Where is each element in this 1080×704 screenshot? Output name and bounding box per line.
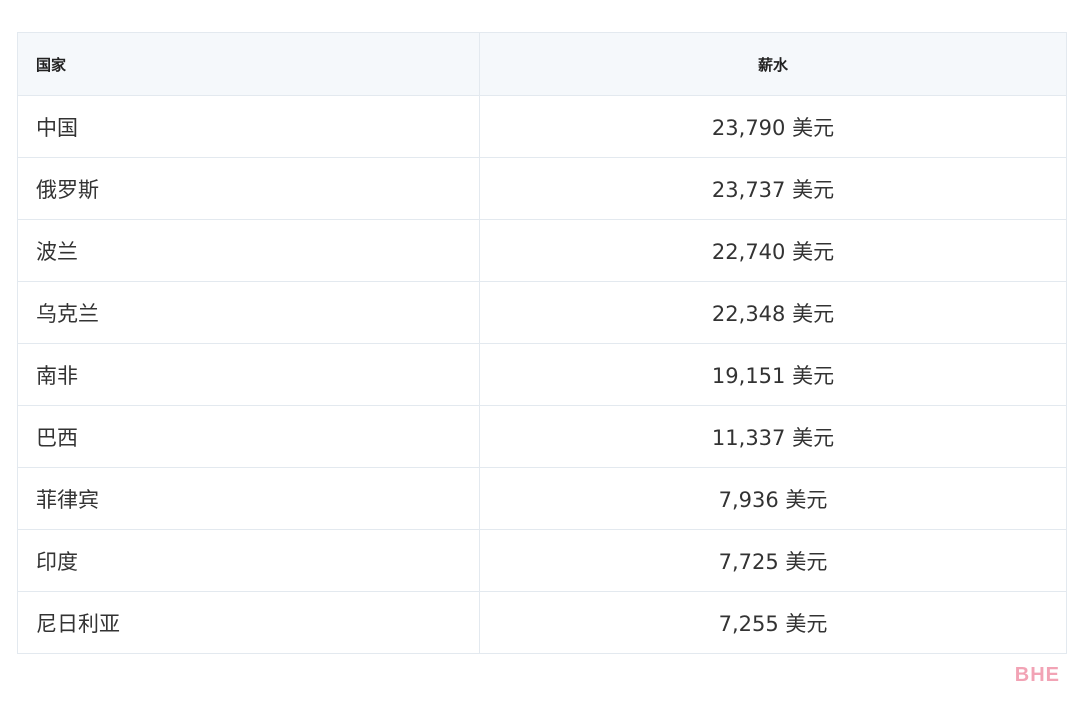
- salary-table: 国家 薪水 中国 23,790 美元 俄罗斯 23,737 美元 波兰 22,7…: [17, 32, 1067, 654]
- header-row: 国家 薪水: [17, 32, 1067, 96]
- country-column-header: 国家: [17, 32, 480, 96]
- country-cell: 巴西: [17, 405, 480, 468]
- country-cell: 菲律宾: [17, 467, 480, 530]
- country-cell: 尼日利亚: [17, 591, 480, 654]
- salary-cell: 22,740 美元: [479, 219, 1067, 282]
- country-cell: 乌克兰: [17, 281, 480, 344]
- country-cell: 俄罗斯: [17, 157, 480, 220]
- country-cell: 中国: [17, 95, 480, 158]
- table-row: 印度 7,725 美元: [17, 529, 1067, 592]
- table-row: 菲律宾 7,936 美元: [17, 467, 1067, 530]
- table-row: 巴西 11,337 美元: [17, 405, 1067, 468]
- table-row: 尼日利亚 7,255 美元: [17, 591, 1067, 654]
- table-row: 俄罗斯 23,737 美元: [17, 157, 1067, 220]
- salary-cell: 11,337 美元: [479, 405, 1067, 468]
- table-row: 南非 19,151 美元: [17, 343, 1067, 406]
- salary-cell: 7,725 美元: [479, 529, 1067, 592]
- table-row: 中国 23,790 美元: [17, 95, 1067, 158]
- country-cell: 波兰: [17, 219, 480, 282]
- salary-column-header: 薪水: [479, 32, 1067, 96]
- table-body: 中国 23,790 美元 俄罗斯 23,737 美元 波兰 22,740 美元 …: [17, 95, 1067, 654]
- salary-cell: 22,348 美元: [479, 281, 1067, 344]
- country-cell: 南非: [17, 343, 480, 406]
- country-cell: 印度: [17, 529, 480, 592]
- salary-cell: 23,790 美元: [479, 95, 1067, 158]
- table-row: 乌克兰 22,348 美元: [17, 281, 1067, 344]
- watermark-logo: BHE: [1014, 664, 1060, 686]
- salary-cell: 7,936 美元: [479, 467, 1067, 530]
- salary-cell: 23,737 美元: [479, 157, 1067, 220]
- table-row: 波兰 22,740 美元: [17, 219, 1067, 282]
- page: 国家 薪水 中国 23,790 美元 俄罗斯 23,737 美元 波兰 22,7…: [0, 0, 1080, 704]
- salary-cell: 7,255 美元: [479, 591, 1067, 654]
- table-header: 国家 薪水: [17, 32, 1067, 96]
- salary-cell: 19,151 美元: [479, 343, 1067, 406]
